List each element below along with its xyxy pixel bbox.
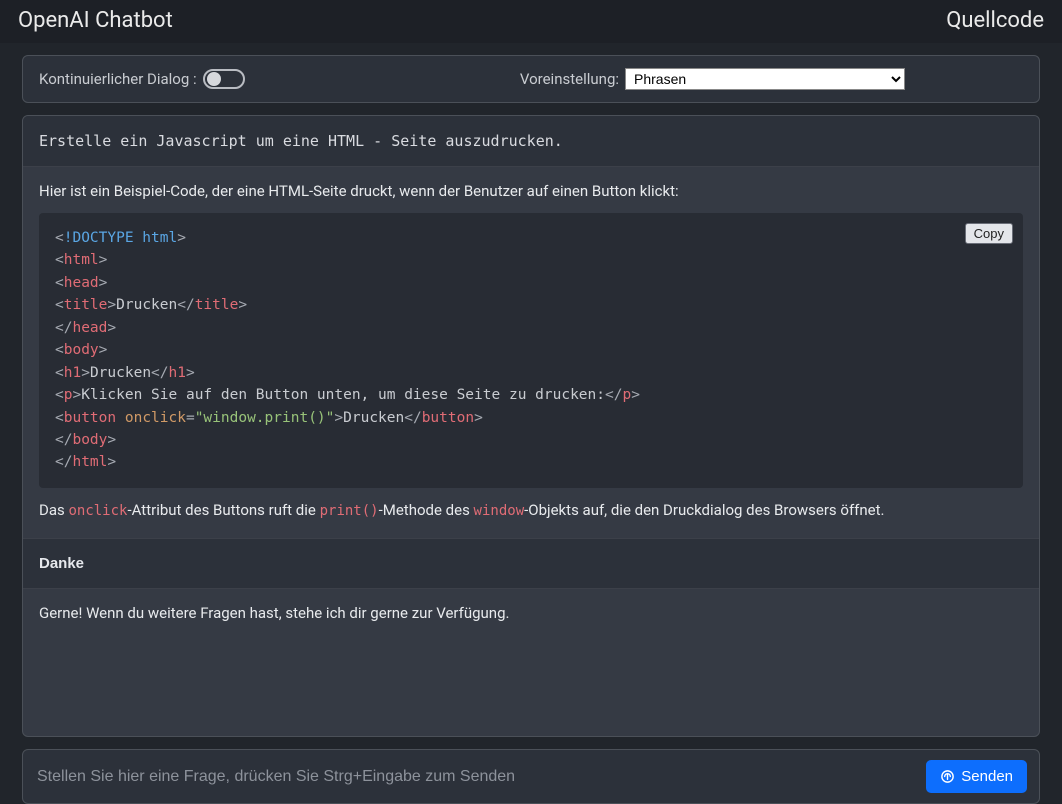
- assistant-intro: Hier ist ein Beispiel-Code, der eine HTM…: [39, 181, 1023, 203]
- send-icon: [940, 769, 955, 784]
- app-title: OpenAI Chatbot: [18, 8, 173, 33]
- question-input[interactable]: [35, 762, 916, 792]
- assistant-note: Das onclick-Attribut des Buttons ruft di…: [39, 500, 1023, 522]
- send-button[interactable]: Senden: [926, 760, 1027, 793]
- preset-select[interactable]: Phrasen: [625, 68, 905, 90]
- copy-button[interactable]: Copy: [965, 223, 1013, 244]
- input-panel: Senden: [22, 749, 1040, 804]
- source-link[interactable]: Quellcode: [946, 8, 1044, 33]
- settings-panel: Kontinuierlicher Dialog : Voreinstellung…: [22, 55, 1040, 103]
- continuous-dialog-toggle[interactable]: [203, 69, 245, 89]
- continuous-dialog-label: Kontinuierlicher Dialog :: [39, 70, 197, 88]
- header-bar: OpenAI Chatbot Quellcode: [0, 0, 1062, 43]
- user-message: Danke: [23, 539, 1039, 589]
- code-block: Copy <!DOCTYPE html><html><head><title>D…: [39, 213, 1023, 488]
- assistant-message: Hier ist ein Beispiel-Code, der eine HTM…: [23, 167, 1039, 539]
- chat-panel: Erstelle ein Javascript um eine HTML - S…: [22, 115, 1040, 737]
- assistant-message: Gerne! Wenn du weitere Fragen hast, steh…: [23, 589, 1039, 641]
- user-message: Erstelle ein Javascript um eine HTML - S…: [23, 116, 1039, 167]
- preset-label: Voreinstellung:: [520, 70, 619, 88]
